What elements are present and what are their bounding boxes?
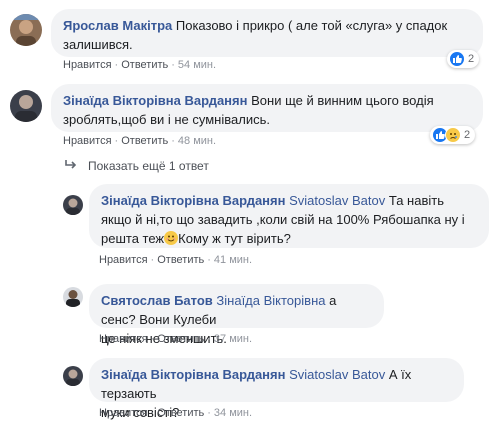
reply-text: Кому ж тут вірить? — [178, 231, 291, 246]
comment-author[interactable]: Зінаїда Вікторівна Варданян — [63, 93, 247, 108]
mention-link[interactable]: Sviatoslav Batov — [289, 193, 385, 208]
reaction-summary[interactable]: 2 — [430, 126, 476, 144]
comment-bubble: Зінаїда Вікторівна Варданян Вони ще й ви… — [51, 84, 483, 132]
avatar[interactable] — [63, 195, 83, 215]
comment-actions: Нравится · Ответить · 54 мин. — [63, 59, 216, 71]
avatar[interactable] — [63, 287, 83, 307]
show-more-label[interactable]: Показать ещё 1 ответ — [88, 159, 209, 173]
timestamp[interactable]: 34 мин. — [214, 407, 252, 419]
reply-bubble: Зінаїда Вікторівна Варданян Sviatoslav B… — [89, 184, 489, 248]
comment-actions: Нравится · Ответить · 48 мин. — [63, 135, 216, 147]
timestamp[interactable]: 41 мин. — [214, 254, 252, 266]
comment-author[interactable]: Ярослав Макітра — [63, 18, 172, 33]
separator: · — [150, 254, 155, 266]
reply-line: Зінаїда Вікторівна Варданян Sviatoslav B… — [101, 365, 452, 403]
like-button[interactable]: Нравится — [99, 407, 148, 419]
like-button[interactable]: Нравится — [63, 135, 112, 147]
timestamp[interactable]: 37 мин. — [214, 333, 252, 345]
reply-bubble: Зінаїда Вікторівна Варданян Sviatoslav B… — [89, 358, 464, 420]
like-button[interactable]: Нравится — [99, 333, 148, 345]
sad-face-icon — [445, 127, 461, 143]
comment-author[interactable]: Святослав Батов — [101, 293, 213, 308]
reply-button[interactable]: Ответить — [121, 59, 168, 71]
reply-actions: Нравится · Ответить · 34 мин. — [99, 407, 252, 419]
reply-bubble: Святослав Батов Зінаїда Вікторівна а сен… — [89, 284, 384, 346]
avatar[interactable] — [10, 14, 42, 46]
reply-actions: Нравится · Ответить · 37 мин. — [99, 333, 252, 345]
reply-text: решта теж — [101, 231, 165, 246]
show-more-replies-link[interactable]: Показать ещё 1 ответ — [64, 158, 209, 174]
separator: · — [171, 59, 175, 71]
like-button[interactable]: Нравится — [63, 59, 112, 71]
mention-link[interactable]: Sviatoslav Batov — [289, 367, 385, 382]
mention-link[interactable]: Зінаїда Вікторівна — [216, 293, 325, 308]
smiling-face-icon — [164, 231, 179, 245]
reaction-count: 2 — [464, 129, 471, 141]
timestamp[interactable]: 54 мин. — [178, 59, 216, 71]
thumbs-up-icon — [449, 51, 465, 67]
separator: · — [171, 135, 175, 147]
reply-actions: Нравится · Ответить · 41 мин. — [99, 254, 252, 266]
reaction-summary[interactable]: 2 — [447, 50, 480, 68]
reply-line: Святослав Батов Зінаїда Вікторівна а сен… — [101, 291, 372, 329]
reaction-count: 2 — [468, 53, 475, 65]
comment-author[interactable]: Зінаїда Вікторівна Варданян — [101, 193, 285, 208]
reply-button[interactable]: Ответить — [157, 254, 204, 266]
reply-arrow-icon — [64, 158, 78, 174]
separator: · — [207, 333, 211, 345]
reply-line: решта теж Кому ж тут вірить? — [101, 229, 477, 248]
comment-bubble: Ярослав Макітра Показово і прикро ( але … — [51, 9, 483, 57]
separator: · — [150, 333, 155, 345]
reply-button[interactable]: Ответить — [157, 407, 204, 419]
timestamp[interactable]: 48 мин. — [178, 135, 216, 147]
separator: · — [114, 135, 119, 147]
reply-button[interactable]: Ответить — [121, 135, 168, 147]
reply-button[interactable]: Ответить — [157, 333, 204, 345]
reply-line: Зінаїда Вікторівна Варданян Sviatoslav B… — [101, 191, 477, 210]
separator: · — [207, 254, 211, 266]
like-button[interactable]: Нравится — [99, 254, 148, 266]
comment-author[interactable]: Зінаїда Вікторівна Варданян — [101, 367, 285, 382]
avatar[interactable] — [63, 366, 83, 386]
avatar[interactable] — [10, 90, 42, 122]
separator: · — [150, 407, 155, 419]
separator: · — [207, 407, 211, 419]
separator: · — [114, 59, 119, 71]
reply-text: якщо й ні,то що завадить ,коли свій на 1… — [101, 212, 465, 227]
reply-text: Та навіть — [388, 193, 444, 208]
